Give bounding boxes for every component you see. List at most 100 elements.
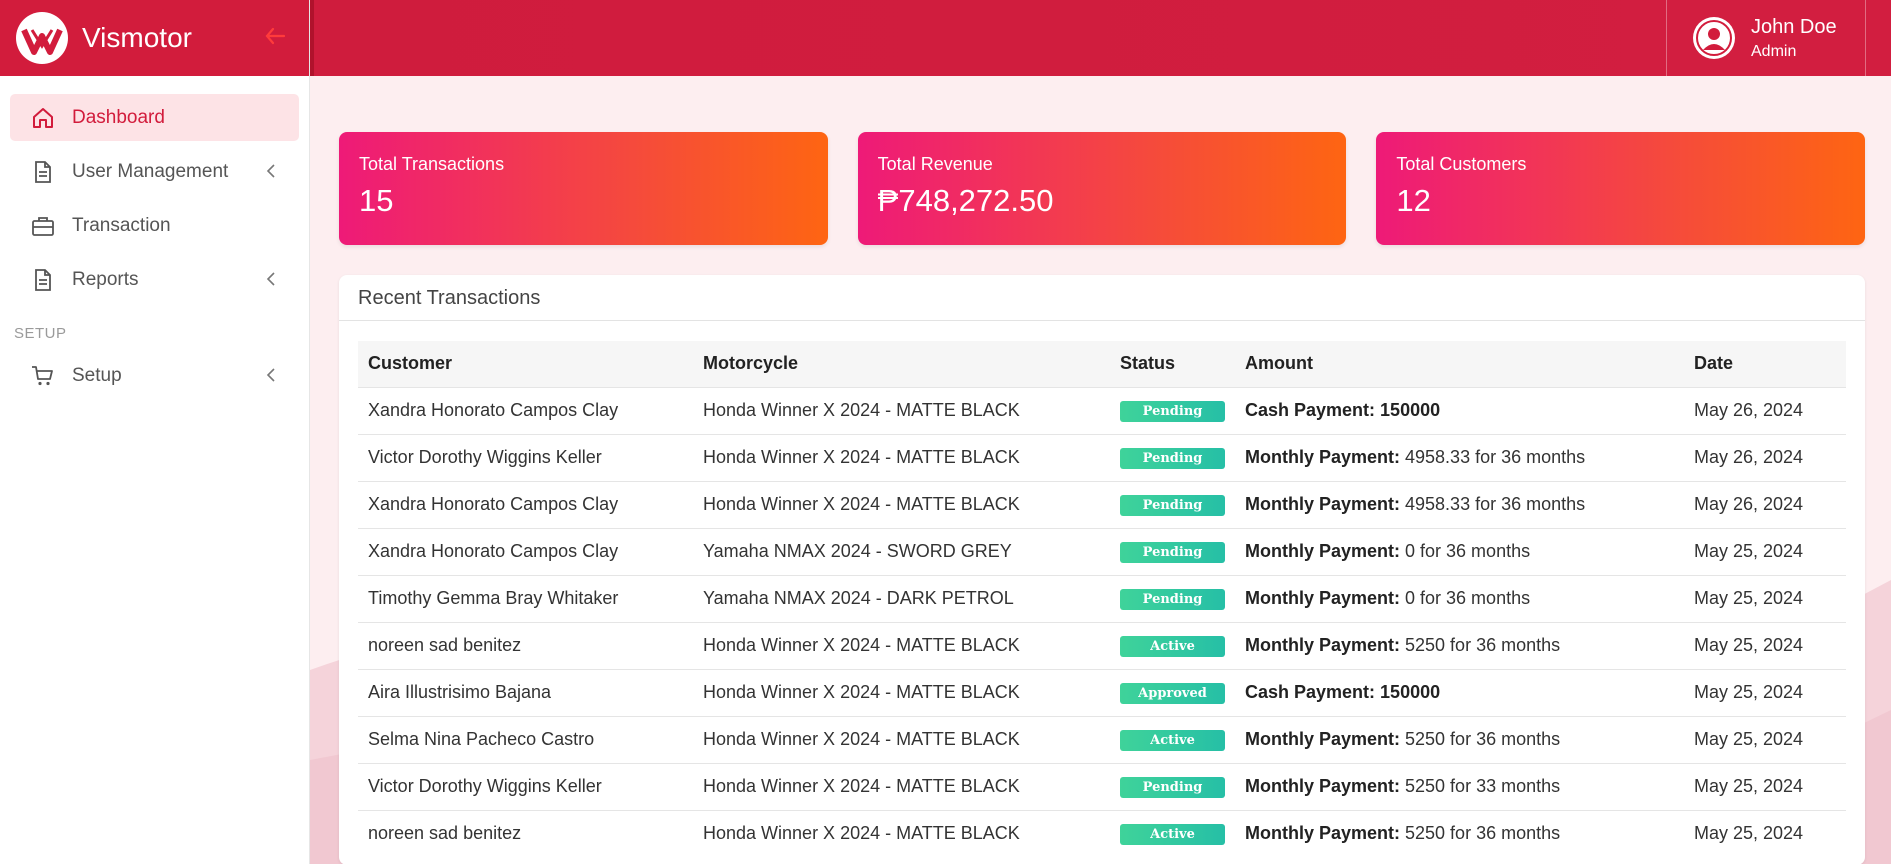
stat-value: 12 (1396, 183, 1431, 218)
cell-customer: Xandra Honorato Campos Clay (358, 386, 693, 434)
stat-value: ₱748,272.50 (877, 183, 1054, 218)
cell-date: May 26, 2024 (1684, 480, 1846, 528)
table-row[interactable]: Aira Illustrisimo Bajana Honda Winner X 2… (358, 668, 1846, 716)
status-badge: Active (1120, 730, 1225, 751)
table-row[interactable]: Xandra Honorato Campos Clay Honda Winner … (358, 480, 1846, 528)
recent-transactions-panel: Recent Transactions Customer Motorcycle … (339, 275, 1865, 864)
avatar (1693, 17, 1735, 59)
cell-customer: noreen sad benitez (358, 809, 693, 857)
brand-header: Vismotor (0, 0, 309, 76)
sidebar-item-reports[interactable]: Reports (10, 256, 299, 303)
table-row[interactable]: noreen sad benitez Honda Winner X 2024 - … (358, 621, 1846, 669)
table-row[interactable]: Selma Nina Pacheco Castro Honda Winner X … (358, 715, 1846, 763)
amount-label: Monthly Payment: (1245, 635, 1401, 655)
chevron-left-icon (266, 164, 275, 178)
stat-card-total-customers: Total Customers 12 (1376, 132, 1866, 245)
status-badge: Active (1120, 824, 1225, 846)
user-menu[interactable]: John Doe Admin (1666, 0, 1866, 76)
sidebar: Vismotor Dashboard User Management Trans… (0, 0, 310, 864)
sidebar-item-dashboard[interactable]: Dashboard (10, 94, 299, 141)
cell-amount: Cash Payment: 150000 (1235, 668, 1684, 716)
amount-detail: 5250 for 36 months (1400, 729, 1561, 749)
table-body: Xandra Honorato Campos Clay Honda Winner … (358, 386, 1846, 857)
chevron-left-icon (266, 272, 275, 286)
sidebar-item-transaction[interactable]: Transaction (10, 202, 299, 249)
cell-motorcycle: Honda Winner X 2024 - MATTE BLACK (693, 386, 1110, 434)
sidebar-item-user-management[interactable]: User Management (10, 148, 299, 195)
document-icon (30, 159, 56, 185)
table-row[interactable]: Victor Dorothy Wiggins Keller Honda Winne… (358, 762, 1846, 810)
amount-label: Monthly Payment: (1245, 588, 1401, 608)
table-header-row: Customer Motorcycle Status Amount Date (358, 341, 1846, 387)
top-bar: John Doe Admin (310, 0, 1891, 76)
cell-customer: Xandra Honorato Campos Clay (358, 527, 693, 575)
column-header-motorcycle[interactable]: Motorcycle (693, 341, 1110, 387)
cell-status: Pending (1110, 574, 1235, 622)
amount-label: Monthly Payment: (1245, 494, 1401, 514)
vismotor-logo-icon[interactable] (14, 10, 70, 66)
cell-motorcycle: Honda Winner X 2024 - MATTE BLACK (693, 668, 1110, 716)
status-badge: Pending (1120, 495, 1225, 516)
sidebar-item-label: Reports (72, 268, 139, 290)
cell-status: Pending (1110, 433, 1235, 481)
amount-detail: 5250 for 36 months (1400, 823, 1561, 844)
cell-amount: Cash Payment: 150000 (1235, 386, 1684, 434)
cell-status: Active (1110, 621, 1235, 669)
sidebar-item-setup[interactable]: Setup (10, 352, 299, 399)
amount-label: Monthly Payment: (1245, 541, 1401, 561)
cell-status: Pending (1110, 527, 1235, 575)
table-row[interactable]: Xandra Honorato Campos Clay Honda Winner … (358, 386, 1846, 434)
cell-amount: Monthly Payment: 4958.33 for 36 months (1235, 433, 1684, 481)
cell-date: May 25, 2024 (1684, 762, 1846, 810)
status-badge: Pending (1120, 448, 1225, 469)
table-row[interactable]: Victor Dorothy Wiggins Keller Honda Winne… (358, 433, 1846, 481)
amount-detail: 4958.33 for 36 months (1400, 447, 1586, 467)
cell-motorcycle: Yamaha NMAX 2024 - SWORD GREY (693, 527, 1110, 575)
table-row[interactable]: Timothy Gemma Bray Whitaker Yamaha NMAX 2… (358, 574, 1846, 622)
stat-card-total-transactions: Total Transactions 15 (339, 132, 828, 245)
stat-label: Total Customers (1396, 154, 1527, 174)
column-header-date[interactable]: Date (1684, 341, 1846, 387)
cell-customer: Victor Dorothy Wiggins Keller (358, 762, 693, 810)
cell-amount: Monthly Payment: 5250 for 33 months (1235, 762, 1684, 810)
document-icon (30, 267, 56, 293)
amount-detail: 0 for 36 months (1400, 541, 1531, 561)
stats-row: Total Transactions 15 Total Revenue ₱748… (339, 132, 1866, 245)
cell-amount: Monthly Payment: 5250 for 36 months (1235, 621, 1684, 669)
arrow-left-icon (265, 27, 286, 45)
cell-motorcycle: Honda Winner X 2024 - MATTE BLACK (693, 621, 1110, 669)
table-row[interactable]: Xandra Honorato Campos Clay Yamaha NMAX 2… (358, 527, 1846, 575)
home-icon (30, 105, 56, 131)
cell-date: May 26, 2024 (1684, 386, 1846, 434)
sidebar-item-label: Setup (72, 364, 122, 386)
cell-date: May 25, 2024 (1684, 715, 1846, 763)
stat-value: 15 (359, 183, 394, 218)
cell-customer: noreen sad benitez (358, 621, 693, 669)
cell-amount: Monthly Payment: 5250 for 36 months (1235, 715, 1684, 763)
panel-title: Recent Transactions (339, 275, 1865, 321)
status-badge: Pending (1120, 777, 1225, 798)
cell-motorcycle: Honda Winner X 2024 - MATTE BLACK (693, 715, 1110, 763)
cell-date: May 25, 2024 (1684, 668, 1846, 716)
cell-motorcycle: Honda Winner X 2024 - MATTE BLACK (693, 809, 1110, 857)
cart-icon (30, 363, 56, 389)
cell-status: Approved (1110, 668, 1235, 716)
amount-detail: 4958.33 for 36 months (1400, 494, 1586, 514)
amount-label: Monthly Payment: (1245, 447, 1401, 467)
sidebar-collapse-button[interactable] (261, 22, 289, 50)
amount-label: Cash Payment: 150000 (1245, 400, 1441, 420)
cell-date: May 25, 2024 (1684, 527, 1846, 575)
cell-motorcycle: Honda Winner X 2024 - MATTE BLACK (693, 433, 1110, 481)
cell-motorcycle: Yamaha NMAX 2024 - DARK PETROL (693, 574, 1110, 622)
column-header-amount[interactable]: Amount (1235, 341, 1684, 387)
column-header-customer[interactable]: Customer (358, 341, 693, 387)
column-header-status[interactable]: Status (1110, 341, 1235, 387)
cell-amount: Monthly Payment: 4958.33 for 36 months (1235, 480, 1684, 528)
status-badge: Pending (1120, 589, 1225, 610)
table-row[interactable]: noreen sad benitez Honda Winner X 2024 - … (358, 809, 1846, 857)
user-info: John Doe Admin (1751, 16, 1837, 61)
cell-motorcycle: Honda Winner X 2024 - MATTE BLACK (693, 480, 1110, 528)
main-content: Total Transactions 15 Total Revenue ₱748… (339, 132, 1866, 864)
amount-detail: 5250 for 33 months (1400, 776, 1561, 796)
sidebar-item-label: Dashboard (72, 106, 165, 128)
